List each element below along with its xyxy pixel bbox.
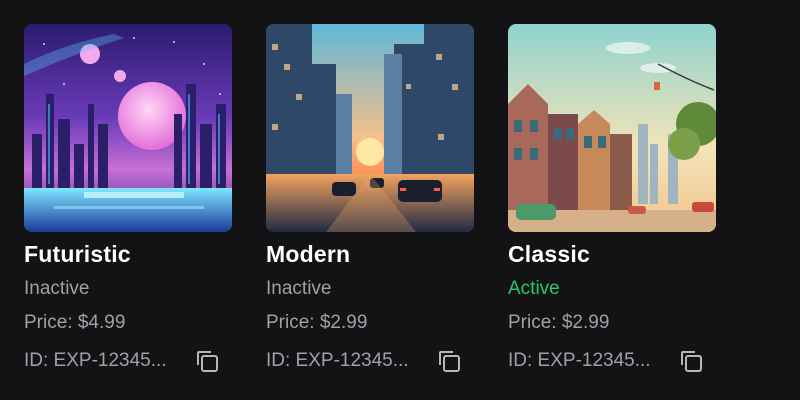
price-label: Price: $2.99 [508,312,610,333]
theme-card-futuristic[interactable]: Futuristic Inactive Price: $4.99 ID: EXP… [24,24,232,376]
id-label: ID: EXP-12345... [508,350,651,371]
status-label: Active [508,278,560,299]
id-label: ID: EXP-12345... [24,350,167,371]
id-row: ID: EXP-12345... [266,346,474,376]
theme-card-classic[interactable]: Classic Active Price: $2.99 ID: EXP-1234… [508,24,716,376]
theme-title: Modern [266,241,351,267]
copy-icon[interactable] [192,346,222,376]
theme-thumbnail-futuristic[interactable] [24,24,232,232]
theme-thumbnail-modern[interactable] [266,24,474,232]
theme-thumbnail-classic[interactable] [508,24,716,232]
id-row: ID: EXP-12345... [508,346,716,376]
id-label: ID: EXP-12345... [266,350,409,371]
theme-card-grid: Futuristic Inactive Price: $4.99 ID: EXP… [24,24,716,376]
price-label: Price: $4.99 [24,312,126,333]
id-row: ID: EXP-12345... [24,346,232,376]
theme-title: Classic [508,241,590,267]
price-label: Price: $2.99 [266,312,368,333]
copy-icon[interactable] [676,346,706,376]
theme-card-modern[interactable]: Modern Inactive Price: $2.99 ID: EXP-123… [266,24,474,376]
status-label: Inactive [266,278,332,299]
theme-title: Futuristic [24,241,131,267]
copy-icon[interactable] [434,346,464,376]
status-label: Inactive [24,278,90,299]
